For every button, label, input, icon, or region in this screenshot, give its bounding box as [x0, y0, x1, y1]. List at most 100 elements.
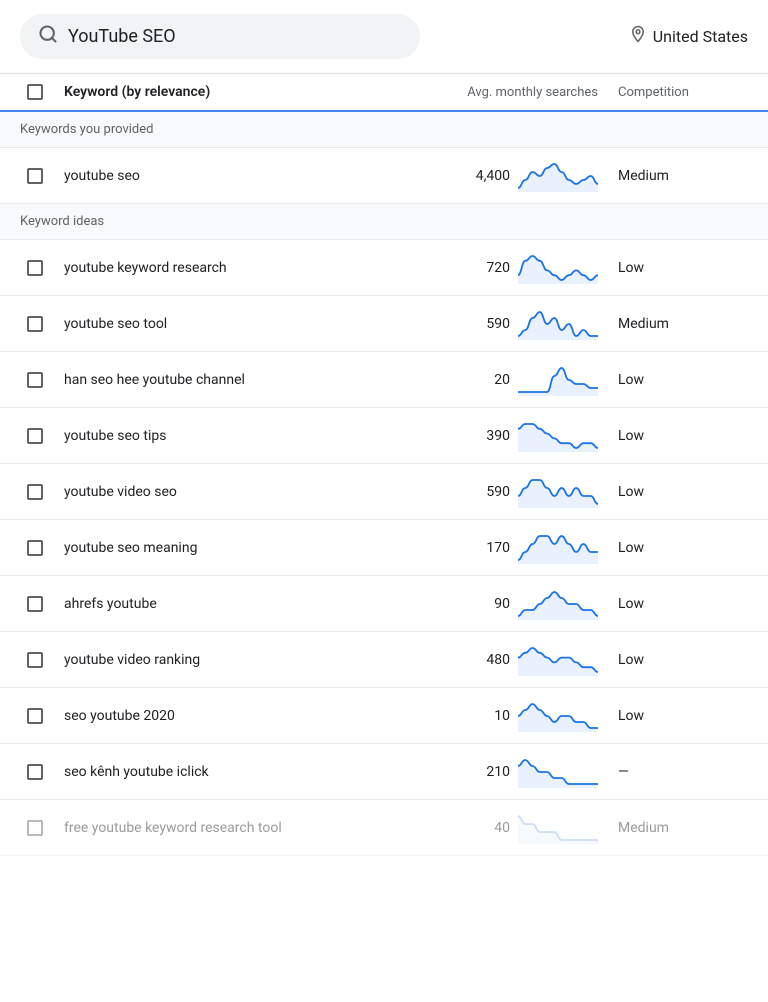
search-count-value: 210	[475, 764, 510, 780]
table-row: han seo hee youtube channel 20 Low	[0, 352, 768, 408]
sparkline-chart	[518, 700, 598, 732]
row-keyword-text: free youtube keyword research tool	[60, 812, 408, 844]
search-bar: YouTube SEO United States	[0, 0, 768, 74]
row-competition-value: Low	[608, 372, 768, 388]
sparkline-chart	[518, 812, 598, 844]
row-keyword-text: youtube keyword research	[60, 252, 408, 284]
row-competition-value: Medium	[608, 820, 768, 836]
row-checkbox-cell	[0, 428, 60, 444]
row-select-checkbox[interactable]	[27, 652, 43, 668]
row-checkbox-cell	[0, 168, 60, 184]
search-icon	[38, 24, 58, 49]
table-row: youtube video ranking 480 Low	[0, 632, 768, 688]
row-competition-value: Low	[608, 540, 768, 556]
row-searches-cell: 4,400	[408, 160, 608, 192]
row-select-checkbox[interactable]	[27, 372, 43, 388]
row-searches-cell: 210	[408, 756, 608, 788]
table-row: youtube seo tips 390 Low	[0, 408, 768, 464]
row-searches-cell: 390	[408, 420, 608, 452]
search-count-value: 390	[475, 428, 510, 444]
row-select-checkbox[interactable]	[27, 540, 43, 556]
row-select-checkbox[interactable]	[27, 428, 43, 444]
row-competition-value: Medium	[608, 168, 768, 184]
row-select-checkbox[interactable]	[27, 764, 43, 780]
row-checkbox-cell	[0, 372, 60, 388]
sparkline-chart	[518, 160, 598, 192]
row-select-checkbox[interactable]	[27, 316, 43, 332]
search-input-wrap[interactable]: YouTube SEO	[20, 14, 420, 59]
row-searches-cell: 170	[408, 532, 608, 564]
row-keyword-text: youtube seo tips	[60, 420, 408, 452]
row-searches-cell: 10	[408, 700, 608, 732]
location-label: United States	[653, 27, 748, 46]
row-checkbox-cell	[0, 484, 60, 500]
sparkline-chart	[518, 532, 598, 564]
sparkline-chart	[518, 420, 598, 452]
select-all-checkbox[interactable]	[27, 84, 43, 100]
table-row: ahrefs youtube 90 Low	[0, 576, 768, 632]
search-count-value: 480	[475, 652, 510, 668]
row-competition-value: Low	[608, 260, 768, 276]
search-count-value: 90	[475, 596, 510, 612]
row-competition-value: Medium	[608, 316, 768, 332]
row-checkbox-cell	[0, 652, 60, 668]
row-keyword-text: seo youtube 2020	[60, 700, 408, 732]
keywords-table: Keyword (by relevance) Avg. monthly sear…	[0, 74, 768, 856]
header-keyword: Keyword (by relevance)	[60, 84, 408, 100]
section-ideas: Keyword ideas	[0, 204, 768, 240]
header-avg-monthly-searches: Avg. monthly searches	[408, 85, 608, 100]
row-keyword-text: han seo hee youtube channel	[60, 364, 408, 396]
header-checkbox-cell	[0, 84, 60, 100]
section-provided: Keywords you provided	[0, 112, 768, 148]
row-select-checkbox[interactable]	[27, 820, 43, 836]
row-competition-value: Low	[608, 652, 768, 668]
search-count-value: 170	[475, 540, 510, 556]
row-checkbox-cell	[0, 316, 60, 332]
row-select-checkbox[interactable]	[27, 168, 43, 184]
row-select-checkbox[interactable]	[27, 596, 43, 612]
row-select-checkbox[interactable]	[27, 260, 43, 276]
table-row: youtube seo 4,400 Medium	[0, 148, 768, 204]
row-select-checkbox[interactable]	[27, 484, 43, 500]
row-competition-value: Low	[608, 428, 768, 444]
table-row: seo youtube 2020 10 Low	[0, 688, 768, 744]
table-header: Keyword (by relevance) Avg. monthly sear…	[0, 74, 768, 112]
location-selector[interactable]: United States	[629, 25, 748, 48]
search-count-value: 10	[475, 708, 510, 724]
provided-keywords-list: youtube seo 4,400 Medium	[0, 148, 768, 204]
search-count-value: 20	[475, 372, 510, 388]
sparkline-chart	[518, 252, 598, 284]
row-keyword-text: youtube seo	[60, 160, 408, 192]
row-searches-cell: 590	[408, 476, 608, 508]
row-competition-value: Low	[608, 596, 768, 612]
row-keyword-text: youtube seo tool	[60, 308, 408, 340]
row-checkbox-cell	[0, 764, 60, 780]
sparkline-chart	[518, 756, 598, 788]
table-row: free youtube keyword research tool 40 Me…	[0, 800, 768, 856]
row-competition-value: Low	[608, 484, 768, 500]
search-count-value: 4,400	[475, 168, 510, 184]
sparkline-chart	[518, 308, 598, 340]
search-query-text: YouTube SEO	[68, 26, 176, 47]
row-searches-cell: 40	[408, 812, 608, 844]
row-keyword-text: youtube video ranking	[60, 644, 408, 676]
row-checkbox-cell	[0, 596, 60, 612]
search-count-value: 590	[475, 316, 510, 332]
row-checkbox-cell	[0, 260, 60, 276]
sparkline-chart	[518, 476, 598, 508]
table-row: youtube seo meaning 170 Low	[0, 520, 768, 576]
row-checkbox-cell	[0, 820, 60, 836]
sparkline-chart	[518, 588, 598, 620]
row-keyword-text: youtube video seo	[60, 476, 408, 508]
row-competition-value: Low	[608, 708, 768, 724]
row-keyword-text: youtube seo meaning	[60, 532, 408, 564]
search-count-value: 720	[475, 260, 510, 276]
search-count-value: 40	[475, 820, 510, 836]
idea-keywords-list: youtube keyword research 720 Low youtube…	[0, 240, 768, 856]
row-select-checkbox[interactable]	[27, 708, 43, 724]
sparkline-chart	[518, 364, 598, 396]
table-row: youtube seo tool 590 Medium	[0, 296, 768, 352]
table-row: seo kênh youtube iclick 210 —	[0, 744, 768, 800]
table-row: youtube video seo 590 Low	[0, 464, 768, 520]
row-keyword-text: ahrefs youtube	[60, 588, 408, 620]
